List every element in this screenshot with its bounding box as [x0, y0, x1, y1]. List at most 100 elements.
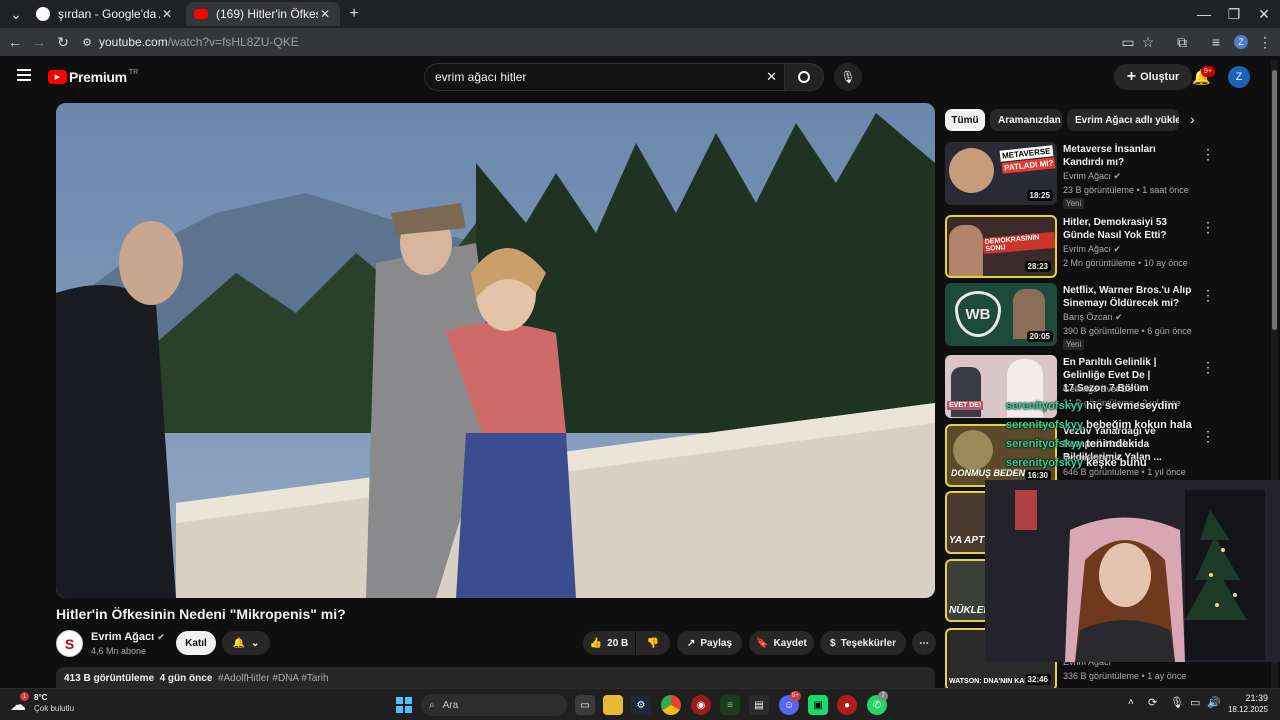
weather-temp[interactable]: 8°C — [34, 693, 47, 702]
app-monitor-icon[interactable]: ▤ — [749, 695, 769, 715]
url-host: youtube.com — [99, 35, 168, 49]
channel-name-text: Evrim Ağacı — [91, 631, 155, 643]
channel-avatar[interactable]: S — [56, 630, 83, 657]
tab-youtube-video[interactable]: (169) Hitler'in Öfkesinin Neden ✕ — [186, 2, 340, 26]
menu-hamburger-icon[interactable] — [17, 69, 31, 81]
youtube-icon — [194, 9, 208, 19]
chip-from-uploader[interactable]: Evrim Ağacı adlı yükleyi — [1067, 109, 1179, 131]
video-thumbnail[interactable]: METAVERSE PATLADI MI? 18:25 — [945, 142, 1057, 205]
video-thumbnail[interactable]: NÜKLEE — [945, 559, 985, 622]
video-thumbnail[interactable]: DEMOKRASİNİN SONU 28:23 — [945, 215, 1057, 278]
create-button[interactable]: + Oluştur — [1114, 64, 1192, 90]
app-terminal-green-icon[interactable]: ≡ — [720, 695, 740, 715]
app-red-icon[interactable]: ● — [837, 695, 857, 715]
more-options-icon[interactable]: ⋮ — [1201, 428, 1215, 445]
video-title: Hitler'in Öfkesinin Nedeni "Mikropenis" … — [56, 606, 346, 622]
view-count: 413 B görüntüleme — [64, 673, 155, 684]
notification-count-badge: 9+ — [1201, 66, 1215, 77]
task-view-icon[interactable]: ▭ — [575, 695, 595, 715]
clock-date[interactable]: 18.12.2025 — [1222, 705, 1268, 714]
hashtags[interactable]: #AdolfHitler #DNA #Tarih — [218, 673, 329, 684]
video-player[interactable] — [56, 103, 935, 598]
extensions-icon[interactable]: ⧉ — [1170, 30, 1194, 54]
video-thumbnail[interactable]: WB 20:05 — [945, 283, 1057, 346]
new-tab-button[interactable]: + — [342, 2, 366, 26]
more-options-icon[interactable]: ⋮ — [1201, 219, 1215, 236]
app-red-circle-icon[interactable]: ◉ — [691, 695, 711, 715]
close-tab-icon[interactable]: ✕ — [160, 7, 174, 21]
tray-app-icon[interactable]: ⟳ — [1148, 696, 1157, 709]
close-tab-icon[interactable]: ✕ — [318, 7, 332, 21]
clock-time[interactable]: 21:39 — [1226, 693, 1268, 703]
steam-icon[interactable]: ⚙ — [631, 695, 651, 715]
minimize-icon[interactable]: — — [1192, 2, 1216, 26]
more-actions-icon[interactable]: ⋯ — [912, 631, 936, 655]
windows-start-icon[interactable] — [394, 695, 414, 715]
chat-username: serenityofskyy — [1006, 457, 1084, 469]
dislike-button[interactable]: 👎 — [636, 631, 670, 655]
browser-menu-icon[interactable]: ⋮ — [1253, 30, 1277, 54]
chat-username: serenityofskyy — [1006, 419, 1084, 431]
tab-search-icon[interactable]: ⌄ — [4, 2, 28, 26]
forward-icon[interactable]: → — [27, 30, 51, 54]
recommendation-item[interactable]: DONMUŞ BEDEN 16:30 Vezüv Yanardağı ve Po… — [945, 424, 1215, 488]
chevron-right-icon[interactable]: › — [1190, 111, 1195, 127]
account-avatar[interactable]: Z — [1228, 66, 1250, 88]
recommendation-item[interactable]: METAVERSE PATLADI MI? 18:25 Metaverse İn… — [945, 142, 1215, 209]
youtube-header: ▶ Premium TR evrim ağacı hitler ✕ 🎙 + Ol… — [0, 56, 1280, 98]
tray-chevron-icon[interactable]: ˄ — [1128, 697, 1134, 708]
file-explorer-icon[interactable] — [603, 695, 623, 715]
video-title: Netflix, Warner Bros.'u Alıp Sinemayı Öl… — [1063, 285, 1192, 309]
profile-avatar[interactable]: Z — [1234, 35, 1248, 49]
chevron-down-icon: ⌄ — [251, 637, 260, 649]
recommendation-item[interactable]: DEMOKRASİNİN SONU 28:23 Hitler, Demokras… — [945, 215, 1215, 279]
network-icon[interactable]: ▭ — [1190, 696, 1200, 709]
thanks-button[interactable]: $ Teşekkürler — [820, 631, 906, 655]
address-bar[interactable]: youtube.com/watch?v=fsHL8ZU-QKE — [99, 35, 299, 49]
tab-google-search[interactable]: şırdan - Google'da Ara ✕ — [28, 2, 182, 26]
search-icon — [798, 71, 810, 83]
chip-all[interactable]: Tümü — [945, 109, 985, 131]
video-thumbnail[interactable]: DONMUŞ BEDEN 16:30 — [945, 424, 1057, 487]
like-count: 20 B — [607, 637, 629, 649]
channel-name: Barış Özcan ✔ — [1063, 312, 1123, 323]
join-button[interactable]: Katıl — [176, 631, 216, 655]
share-button[interactable]: ↗ Paylaş — [677, 631, 742, 655]
recommendation-item[interactable]: WB 20:05 Netflix, Warner Bros.'u Alıp Si… — [945, 283, 1215, 350]
video-thumbnail[interactable]: YA APT — [945, 491, 985, 554]
wb-logo: WB — [955, 291, 1001, 337]
video-frame — [56, 103, 935, 598]
save-button[interactable]: 🔖 Kaydet — [749, 631, 814, 655]
more-options-icon[interactable]: ⋮ — [1201, 287, 1215, 304]
close-window-icon[interactable]: ✕ — [1252, 2, 1276, 26]
taskbar-search[interactable]: ⌕ Ara — [421, 694, 567, 716]
reload-icon[interactable]: ↻ — [51, 30, 75, 54]
chrome-icon[interactable] — [661, 695, 681, 715]
more-options-icon[interactable]: ⋮ — [1201, 146, 1215, 163]
channel-name[interactable]: Evrim Ağacı ✔ — [91, 631, 165, 643]
more-options-icon[interactable]: ⋮ — [1201, 359, 1215, 376]
microphone-icon[interactable]: 🎙 — [1170, 696, 1184, 709]
site-info-icon[interactable]: ⚙ — [75, 30, 99, 54]
restore-icon[interactable]: ❐ — [1222, 2, 1246, 26]
back-icon[interactable]: ← — [3, 30, 27, 54]
media-control-icon[interactable]: ≡ — [1204, 30, 1228, 54]
chip-from-search[interactable]: Aramanızdan — [990, 109, 1062, 131]
bookmark-star-icon[interactable]: ☆ — [1136, 30, 1160, 54]
volume-icon[interactable]: 🔊 — [1207, 696, 1221, 709]
youtube-play-icon: ▶ — [48, 70, 67, 84]
scrollbar-thumb[interactable] — [1272, 70, 1277, 330]
app-green-icon[interactable]: ▣ — [808, 695, 828, 715]
bell-icon: 🔔 — [232, 637, 246, 649]
chat-message: serenityofskyy bebeğim kokun hala — [1006, 419, 1192, 431]
subscribe-bell-button[interactable]: 🔔 ⌄ — [222, 631, 270, 655]
youtube-premium-logo[interactable]: ▶ Premium TR — [48, 69, 138, 85]
clear-search-icon[interactable]: ✕ — [766, 69, 777, 85]
weather-condition[interactable]: Çok bulutlu — [34, 704, 74, 713]
voice-search-icon[interactable]: 🎙 — [834, 63, 862, 91]
chat-text: keşke bunu — [1086, 457, 1147, 469]
search-button[interactable] — [784, 63, 824, 91]
search-input[interactable]: evrim ağacı hitler ✕ — [424, 63, 790, 91]
whatsapp-badge: 7 — [878, 691, 888, 701]
like-button[interactable]: 👍 20 B — [583, 631, 635, 655]
